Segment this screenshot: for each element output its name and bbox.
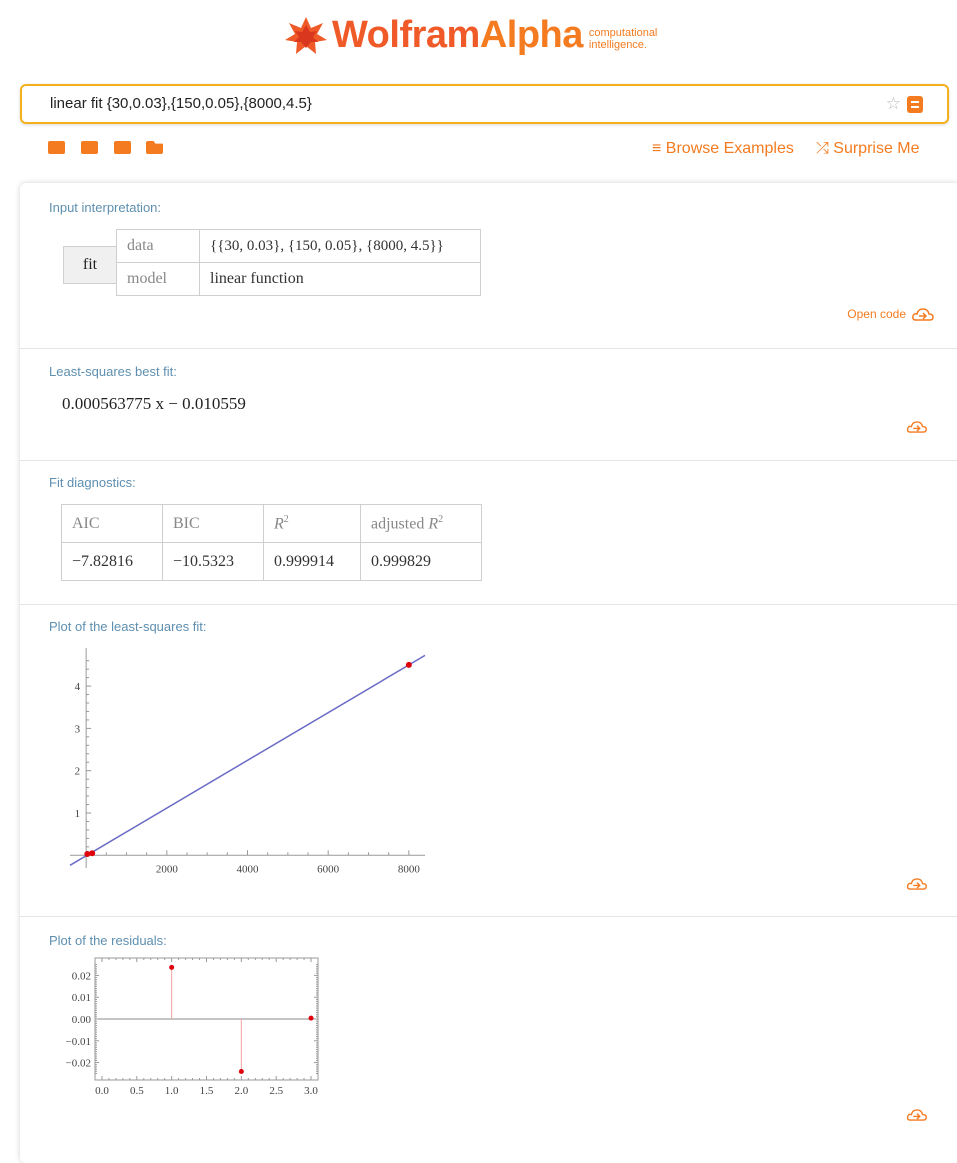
bic-header: BIC — [162, 504, 264, 543]
fit-cell: fit — [63, 246, 117, 284]
adjusted-r2-header: adjusted R2 — [360, 504, 482, 543]
residuals-plot: 0.0 0.5 1.0 1.5 2.0 2.5 3.0 0.02 0.01 0.00 −0.01 −0… — [66, 957, 319, 1097]
y-tick-label: 0.01 — [72, 992, 91, 1004]
y-tick-label: 2 — [75, 766, 81, 778]
x-tick-label: 2.5 — [269, 1085, 283, 1097]
surprise-me-label: Surprise Me — [833, 140, 920, 157]
folder-icon[interactable] — [146, 141, 163, 154]
pod-separator — [20, 348, 957, 349]
y-tick-label: 1 — [75, 808, 81, 820]
pod-title-plot-residuals: Plot of the residuals: — [49, 933, 167, 948]
browse-examples-link[interactable]: ≡ Browse Examples — [652, 140, 794, 158]
pod-title-best-fit: Least-squares best fit: — [49, 364, 177, 379]
diagnostics-table: AIC BIC R2 adjusted R2 −7.82816 −10.5323… — [61, 504, 482, 581]
data-label: data — [116, 229, 200, 263]
model-value: linear function — [199, 262, 481, 296]
pod-title-plot-fit: Plot of the least-squares fit: — [49, 619, 207, 634]
y-tick-label: 0.02 — [72, 970, 91, 982]
x-tick-label: 2.0 — [234, 1085, 248, 1097]
aic-value: −7.82816 — [61, 542, 163, 581]
x-tick-label: 6000 — [317, 863, 340, 875]
x-tick-label: 4000 — [237, 863, 260, 875]
data-point — [405, 661, 412, 668]
bic-value: −10.5323 — [162, 542, 264, 581]
fit-line — [69, 654, 426, 866]
residual-point — [238, 1069, 244, 1075]
logo-tagline: computational intelligence. — [588, 26, 658, 51]
residual-point — [169, 964, 175, 970]
pod-title-input: Input interpretation: — [49, 200, 162, 215]
compute-button[interactable] — [907, 96, 923, 113]
x-tick-label: 8000 — [398, 863, 421, 875]
x-tick-label: 2000 — [156, 863, 179, 875]
adjusted-r2-value: 0.999829 — [360, 542, 482, 581]
input-table: data {{30, 0.03}, {150, 0.05}, {8000, 4.… — [116, 229, 481, 296]
shuffle-icon: ⤮ — [816, 140, 829, 157]
x-tick-label: 1.0 — [165, 1085, 179, 1097]
cloud-arrow-icon[interactable] — [906, 878, 928, 890]
y-tick-label: −0.02 — [66, 1058, 91, 1070]
aic-header: AIC — [61, 504, 163, 543]
table-icon[interactable] — [114, 141, 131, 154]
y-tick-label: 4 — [75, 681, 81, 693]
pod-separator — [20, 916, 957, 917]
r2-header: R2 — [263, 504, 361, 543]
keyboard-icon[interactable] — [48, 141, 65, 154]
cloud-arrow-icon — [912, 307, 934, 321]
cloud-arrow-icon[interactable] — [906, 421, 928, 433]
search-input[interactable] — [48, 94, 892, 113]
wolfram-alpha-logo[interactable]: WolframAlpha computational intelligence. — [284, 14, 657, 57]
model-label: model — [116, 262, 200, 296]
y-tick-label: 3 — [75, 723, 81, 735]
residual-point — [308, 1015, 314, 1021]
open-code-link[interactable]: Open code — [847, 307, 934, 321]
x-tick-label: 1.5 — [200, 1085, 214, 1097]
x-tick-label: 3.0 — [304, 1085, 318, 1097]
logo-wordmark: WolframAlpha — [332, 14, 583, 56]
y-tick-label: −0.01 — [66, 1036, 91, 1048]
spikey-icon — [285, 16, 327, 54]
surprise-me-link[interactable]: ⤮ Surprise Me — [816, 140, 920, 158]
x-tick-label: 0.5 — [130, 1085, 144, 1097]
open-code-label: Open code — [847, 307, 906, 321]
camera-icon[interactable] — [81, 141, 98, 154]
fit-plot: 2000 4000 6000 8000 1 2 3 4 — [69, 648, 426, 875]
search-box[interactable]: ☆ — [20, 84, 949, 124]
cloud-arrow-icon[interactable] — [906, 1109, 928, 1121]
pod-separator — [20, 460, 957, 461]
r2-value: 0.999914 — [263, 542, 361, 581]
data-point — [89, 850, 96, 857]
browse-examples-label: Browse Examples — [665, 140, 794, 157]
star-icon[interactable]: ☆ — [886, 94, 901, 114]
x-tick-label: 0.0 — [95, 1085, 109, 1097]
y-tick-label: 0.00 — [72, 1014, 92, 1026]
data-value: {{30, 0.03}, {150, 0.05}, {8000, 4.5}} — [199, 229, 481, 263]
results-card: Input interpretation: fit data {{30, 0.0… — [20, 183, 957, 1163]
pod-separator — [20, 604, 957, 605]
best-fit-expression: 0.000563775 x − 0.010559 — [62, 394, 246, 413]
pod-title-diagnostics: Fit diagnostics: — [49, 475, 136, 490]
menu-icon: ≡ — [652, 140, 662, 157]
